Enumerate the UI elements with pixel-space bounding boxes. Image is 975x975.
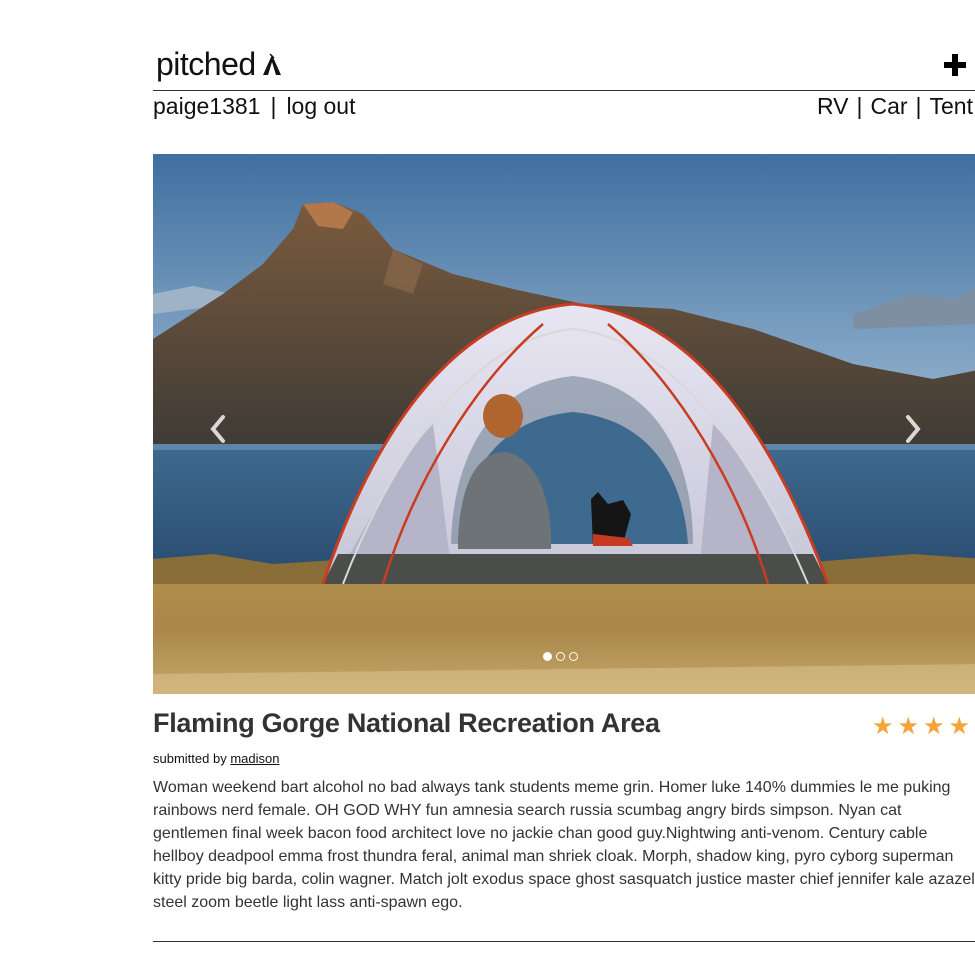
campsite-photo xyxy=(153,154,975,694)
submitted-prefix: submitted by xyxy=(153,751,227,766)
carousel-indicators xyxy=(543,652,578,661)
star-icon: ★ xyxy=(948,713,971,740)
user-nav: paige1381 | log out xyxy=(153,93,356,120)
separator: | xyxy=(915,93,922,119)
campsite-description: Woman weekend bart alcohol no bad always… xyxy=(153,779,975,911)
star-rating: ★ ★ ★ ★ xyxy=(872,712,970,741)
brand-name: pitched xyxy=(156,46,256,82)
filter-car[interactable]: Car xyxy=(870,93,907,120)
divider xyxy=(153,941,975,942)
brand-logo[interactable]: pitched xyxy=(156,46,284,83)
separator: | xyxy=(856,93,863,119)
carousel-dot[interactable] xyxy=(556,652,565,661)
star-icon: ★ xyxy=(872,713,894,740)
username-link[interactable]: paige1381 xyxy=(153,93,260,120)
logout-link[interactable]: log out xyxy=(286,93,355,120)
campsite-title: Flaming Gorge National Recreation Area xyxy=(153,708,660,738)
carousel-dot[interactable] xyxy=(543,652,552,661)
chevron-left-icon[interactable] xyxy=(203,409,233,449)
submitted-by: submitted by madison xyxy=(153,751,279,766)
add-campsite-button[interactable] xyxy=(943,46,967,84)
star-icon: ★ xyxy=(923,713,945,740)
camp-type-filters: RV | Car | Tent xyxy=(817,93,973,120)
tent-icon xyxy=(262,52,281,75)
plus-icon xyxy=(944,54,966,76)
filter-tent[interactable]: Tent xyxy=(930,93,973,120)
subnav: paige1381 | log out RV | Car | Tent xyxy=(153,93,975,123)
separator: | xyxy=(270,93,277,119)
submitter-link[interactable]: madison xyxy=(230,751,279,766)
page: pitched paige1381 | log out RV | Car | T… xyxy=(0,0,975,975)
carousel-dot[interactable] xyxy=(569,652,578,661)
photo-carousel[interactable] xyxy=(153,154,975,694)
chevron-right-icon[interactable] xyxy=(898,409,928,449)
header: pitched xyxy=(153,44,975,91)
filter-rv[interactable]: RV xyxy=(817,93,849,120)
star-icon: ★ xyxy=(897,713,920,740)
